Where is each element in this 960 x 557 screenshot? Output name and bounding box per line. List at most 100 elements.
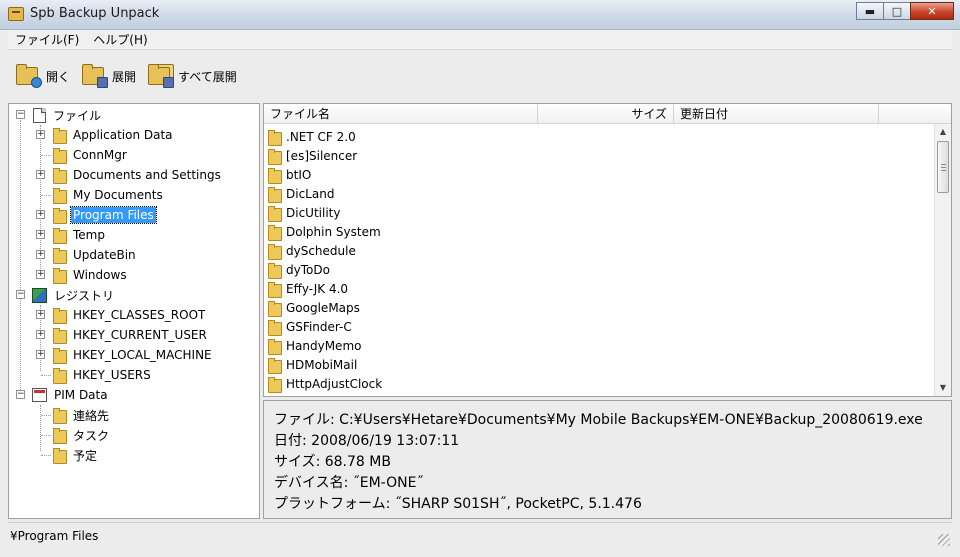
list-item-name: GoogleMaps [286,300,360,315]
menu-file[interactable]: ファイル(F) [8,31,86,48]
folder-icon [268,243,282,260]
folder-icon [53,448,67,464]
resize-grip-icon[interactable] [938,534,950,546]
info-device: デバイス名: ˝EM-ONE˝ [274,475,424,491]
tree-node-documents-and-settings[interactable]: + Documents and Settings [9,165,223,185]
tree-node-hkey-local-machine[interactable]: + HKEY_LOCAL_MACHINE [9,345,214,365]
collapse-icon[interactable]: − [16,290,25,299]
tree-label-pim: PIM Data [54,388,108,402]
tree-node-pim-data[interactable]: − PIM Data [9,385,259,405]
folder-icon [53,408,67,424]
maximize-button[interactable]: □ [883,2,911,20]
expand-icon[interactable]: + [36,210,45,219]
tree-node-contacts[interactable]: 連絡先 [9,405,111,425]
column-header-size[interactable]: サイズ [538,104,674,124]
expand-icon[interactable]: + [36,230,45,239]
list-item[interactable]: HttpAdjustClock [268,374,382,393]
expand-icon[interactable]: + [36,170,45,179]
app-icon [8,7,24,21]
tree-node-program-files[interactable]: + Program Files [9,205,157,225]
list-item[interactable]: dySchedule [268,241,356,260]
expand-icon[interactable]: + [36,130,45,139]
tree-label: HKEY_CLASSES_ROOT [73,308,206,322]
list-item[interactable]: DicUtility [268,203,340,222]
tree-node-temp[interactable]: + Temp [9,225,107,245]
folder-icon [53,368,67,384]
list-item-name: DicUtility [286,205,341,220]
status-path: ¥Program Files [10,529,99,543]
expand-icon[interactable]: + [36,270,45,279]
list-item-name: HandyMemo [286,338,362,353]
folder-icon [53,188,67,204]
list-item-name: Effy-JK 4.0 [286,281,349,296]
expand-icon[interactable]: + [36,330,45,339]
list-item[interactable]: GSFinder-C [268,317,352,336]
tree-label: 予定 [73,448,98,463]
close-button[interactable]: ✕ [910,2,954,20]
list-item[interactable]: .NET CF 2.0 [268,127,356,146]
list-item[interactable]: HandyMemo [268,336,361,355]
tree-node-connmgr[interactable]: ConnMgr [9,145,129,165]
list-item[interactable]: [es]Silencer [268,146,357,165]
list-item-name: GSFinder-C [286,319,352,334]
column-header-name[interactable]: ファイル名 [264,104,538,124]
tree-label: HKEY_USERS [73,368,151,382]
open-button-label: 開く [46,69,71,84]
open-button[interactable]: 開く [16,64,70,88]
file-list[interactable]: ファイル名 サイズ 更新日付 .NET CF 2.0 [es]Silencer bt… [263,103,952,397]
list-item[interactable]: HDMobiMail [268,355,357,374]
folder-icon [268,281,282,298]
folder-icon [53,308,67,324]
tree-label-files: ファイル [53,108,102,123]
folder-icon [53,168,67,184]
tree-node-hkey-users[interactable]: HKEY_USERS [9,365,153,385]
list-item-name: HttpAdjustClock [286,376,383,391]
tree-node-files[interactable]: − ファイル [9,105,259,125]
tree-node-my-documents[interactable]: My Documents [9,185,165,205]
scroll-up-arrow-icon[interactable]: ▲ [935,124,951,140]
extract-all-button[interactable]: すべて展開 [148,64,237,88]
scroll-down-arrow-icon[interactable]: ▼ [935,380,951,396]
tree-label: UpdateBin [73,248,136,262]
list-item[interactable]: btIO [268,165,311,184]
extract-button[interactable]: 展開 [82,64,136,88]
tree-node-windows[interactable]: + Windows [9,265,129,285]
folder-icon [53,428,67,444]
tree-node-updatebin[interactable]: + UpdateBin [9,245,138,265]
expand-icon[interactable]: + [36,350,45,359]
folder-icon [268,376,282,393]
folder-icon [268,148,282,165]
title-bar[interactable]: Spb Backup Unpack ▬ □ ✕ [0,0,960,30]
tree-label: Windows [73,268,127,282]
scrollbar-thumb[interactable] [937,141,949,193]
minimize-button[interactable]: ▬ [856,2,884,20]
list-item[interactable]: Effy-JK 4.0 [268,279,348,298]
tree-label: タスク [73,428,110,443]
tree-label: HKEY_LOCAL_MACHINE [73,348,212,362]
tree-node-schedule[interactable]: 予定 [9,445,99,465]
list-item[interactable]: DicLand [268,184,334,203]
folder-icon [53,228,67,244]
tree-view[interactable]: − ファイル + Application Data ConnMgr + Docu… [8,103,260,519]
tree-node-tasks[interactable]: タスク [9,425,111,445]
collapse-icon[interactable]: − [16,390,25,399]
file-icon [33,107,46,123]
expand-icon[interactable]: + [36,310,45,319]
collapse-icon[interactable]: − [16,110,25,119]
expand-icon[interactable]: + [36,250,45,259]
list-item[interactable]: GoogleMaps [268,298,360,317]
tree-node-application-data[interactable]: + Application Data [9,125,175,145]
list-item[interactable]: dyToDo [268,260,330,279]
folder-icon [268,186,282,203]
tree-node-hkey-classes-root[interactable]: + HKEY_CLASSES_ROOT [9,305,207,325]
tree-node-hkey-current-user[interactable]: + HKEY_CURRENT_USER [9,325,209,345]
vertical-scrollbar[interactable]: ▲ ▼ [934,124,951,396]
window-title: Spb Backup Unpack [30,6,160,21]
column-header-date[interactable]: 更新日付 [674,104,879,124]
tree-node-registry[interactable]: − レジストリ [9,285,259,305]
pim-icon [32,388,47,402]
list-item[interactable]: Dolphin System [268,222,381,241]
menu-help[interactable]: ヘルプ(H) [86,31,154,48]
info-date: 日付: 2008/06/19 13:07:11 [274,433,460,449]
status-bar: ¥Program Files [8,522,952,548]
